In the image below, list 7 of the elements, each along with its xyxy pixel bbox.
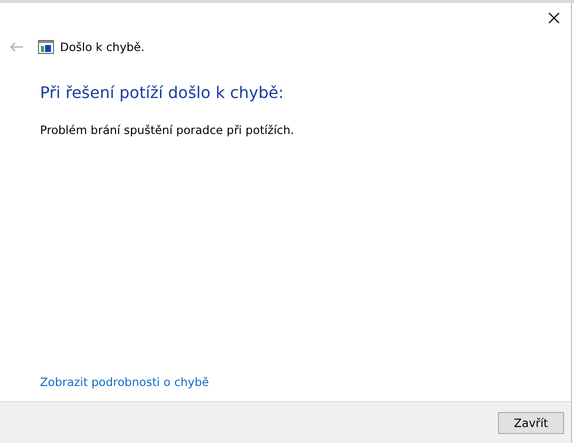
troubleshooter-icon xyxy=(38,40,54,54)
window-title: Došlo k chybě. xyxy=(60,40,145,54)
details-link[interactable]: Zobrazit podrobnosti o chybě xyxy=(40,375,209,389)
heading: Při řešení potíží došlo k chybě: xyxy=(40,83,285,102)
close-icon[interactable] xyxy=(547,11,561,25)
error-message: Problém brání spuštění poradce při potížích. xyxy=(40,123,296,137)
close-button[interactable]: Zavřít xyxy=(498,412,564,434)
